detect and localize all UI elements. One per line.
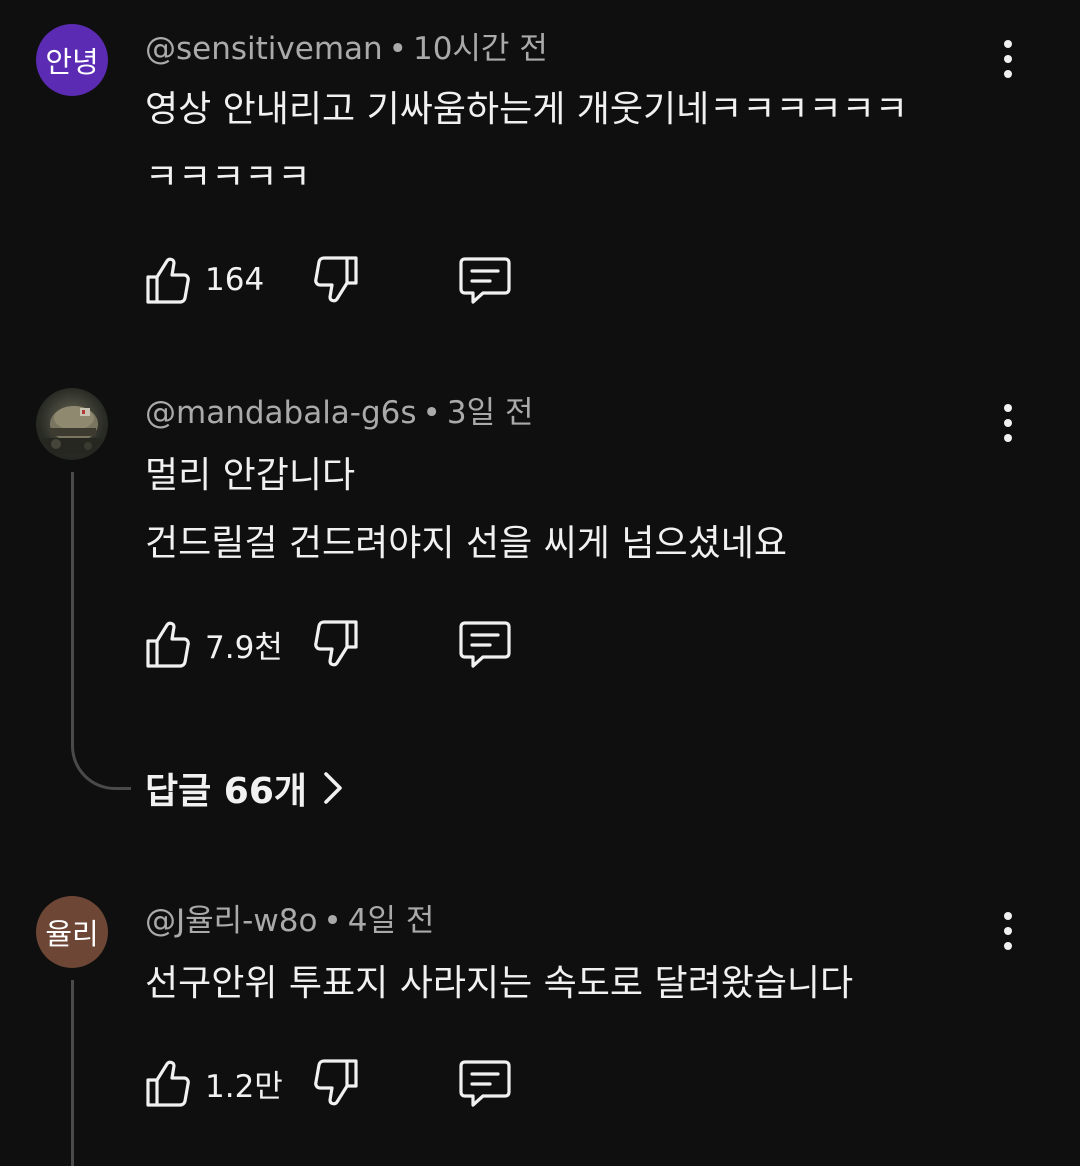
comment-time: 3일 전	[446, 395, 534, 431]
more-vert-icon	[1004, 912, 1012, 920]
reply-button[interactable]	[459, 616, 511, 672]
chevron-right-icon	[324, 772, 342, 804]
reply-comment-icon	[459, 621, 511, 668]
like-count: 1.2만	[205, 1068, 283, 1105]
comment-actions: 7.9천	[145, 616, 565, 672]
author-name[interactable]: @J율리-w8o	[145, 903, 317, 939]
thread-line	[71, 980, 74, 1166]
comment-time: 10시간 전	[412, 31, 548, 67]
thumbs-down-icon	[314, 1059, 358, 1106]
like-count: 164	[205, 262, 265, 298]
reply-button[interactable]	[459, 1055, 511, 1111]
dislike-button[interactable]	[313, 252, 359, 308]
comment-actions: 1.2만	[145, 1055, 565, 1111]
more-vert-icon-dot	[1004, 434, 1012, 442]
thread-line	[71, 472, 74, 742]
comment-meta: @J율리-w8o • 4일 전	[145, 901, 434, 941]
meta-separator: •	[422, 395, 441, 431]
comment-meta: @mandabala-g6s • 3일 전	[145, 393, 533, 433]
avatar[interactable]	[36, 388, 108, 460]
avatar[interactable]: 율리	[36, 896, 108, 968]
reply-comment-icon	[459, 257, 511, 304]
comment-meta: @sensitiveman • 10시간 전	[145, 29, 548, 69]
thumbs-up-icon	[146, 1060, 190, 1107]
meta-separator: •	[323, 903, 342, 939]
helmet-photo	[42, 406, 102, 454]
like-button[interactable]: 7.9천	[145, 616, 283, 672]
more-vert-icon	[1004, 404, 1012, 412]
thumbs-up-icon	[146, 257, 190, 304]
like-button[interactable]: 164	[145, 252, 264, 308]
avatar-text: 안녕	[45, 45, 99, 79]
avatar-text: 율리	[45, 917, 99, 951]
author-name[interactable]: @sensitiveman	[145, 31, 383, 67]
author-name[interactable]: @mandabala-g6s	[145, 395, 417, 431]
like-count: 7.9천	[205, 629, 283, 666]
comment-text: 선구안위 투표지 사라지는 속도로 달려왔습니다	[145, 963, 854, 1004]
dislike-button[interactable]	[313, 1055, 359, 1111]
thread-line-curve	[71, 740, 131, 790]
more-vert-icon	[1004, 40, 1012, 48]
comment-actions: 164	[145, 252, 565, 308]
more-vert-icon-dot	[1004, 942, 1012, 950]
reply-comment-icon	[459, 1060, 511, 1107]
avatar[interactable]: 안녕	[36, 24, 108, 96]
more-vert-icon-dot	[1004, 419, 1012, 427]
more-vert-icon-dot	[1004, 927, 1012, 935]
thumbs-down-icon	[314, 620, 358, 667]
thumbs-up-icon	[146, 621, 190, 668]
reply-button[interactable]	[459, 252, 511, 308]
replies-label: 답글 66개	[145, 771, 307, 812]
dislike-button[interactable]	[313, 616, 359, 672]
more-vert-icon-dot	[1004, 55, 1012, 63]
like-button[interactable]: 1.2만	[145, 1055, 283, 1111]
comment-text: 영상 안내리고 기싸움하는게 개웃기네ㅋㅋㅋㅋㅋㅋ ㅋㅋㅋㅋㅋ	[145, 89, 908, 198]
meta-separator: •	[388, 31, 407, 67]
view-replies-button[interactable]: 답글 66개	[145, 760, 343, 816]
comment-time: 4일 전	[347, 903, 435, 939]
thumbs-down-icon	[314, 256, 358, 303]
comment-text: 멀리 안갑니다 건드릴걸 건드려야지 선을 씨게 넘으셨네요	[145, 455, 787, 564]
